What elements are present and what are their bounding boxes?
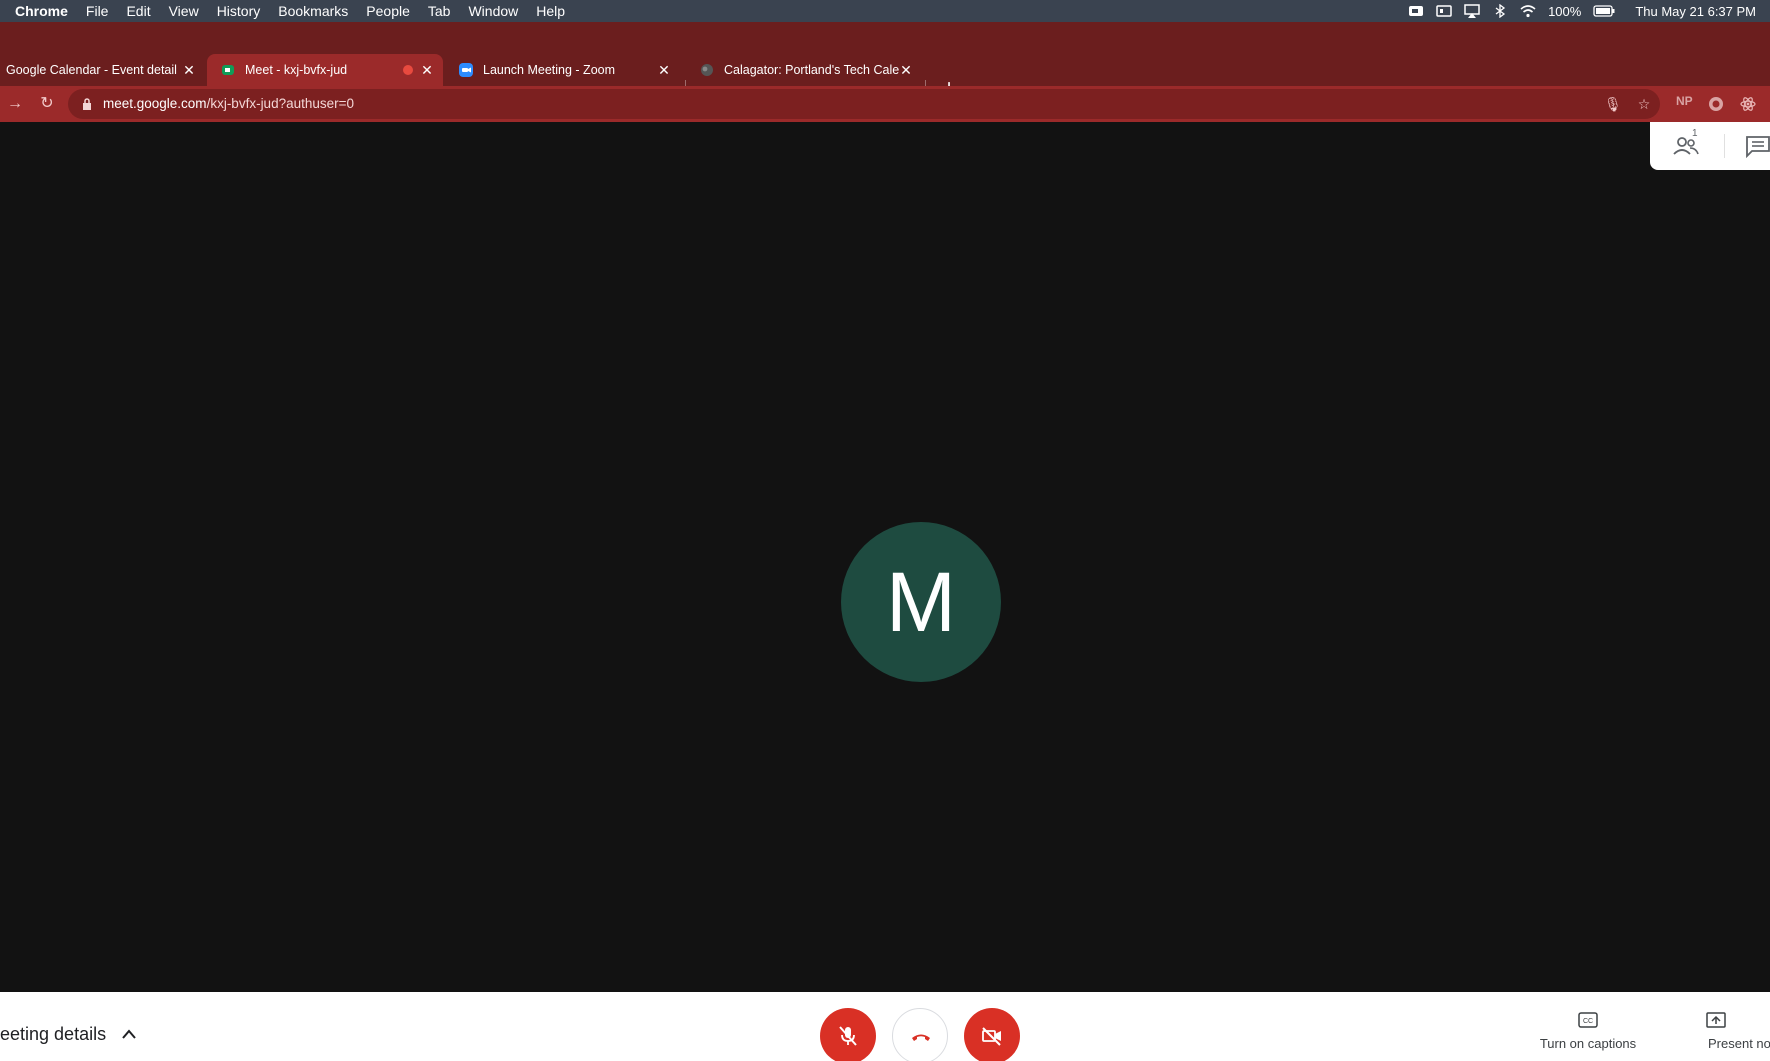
bluetooth-icon[interactable]	[1492, 4, 1508, 18]
tab-google-calendar[interactable]: Google Calendar - Event detail ✕	[0, 54, 205, 86]
microphone-off-icon	[839, 1026, 857, 1046]
svg-text:CC: CC	[1583, 1018, 1593, 1025]
menu-app-name[interactable]: Chrome	[15, 3, 68, 19]
close-icon[interactable]: ✕	[898, 62, 914, 78]
participant-avatar: M	[841, 522, 1001, 682]
menu-bookmarks[interactable]: Bookmarks	[278, 3, 348, 19]
menu-tab[interactable]: Tab	[428, 3, 451, 19]
url-text[interactable]: meet.google.com/kxj-bvfx-jud?authuser=0	[103, 96, 354, 111]
present-now-button[interactable]: Present no	[1676, 1012, 1770, 1051]
chevron-up-icon[interactable]	[120, 1026, 138, 1042]
display-status-icon[interactable]	[1436, 4, 1452, 18]
close-icon[interactable]: ✕	[181, 62, 197, 78]
extension-react-icon[interactable]	[1740, 96, 1756, 112]
tab-title: Google Calendar - Event detail	[6, 63, 177, 77]
hang-up-icon	[912, 1034, 930, 1041]
star-icon[interactable]: ☆	[1636, 96, 1652, 112]
tab-title: Calagator: Portland's Tech Cale	[724, 63, 899, 77]
close-icon[interactable]: ✕	[656, 62, 672, 78]
divider	[1724, 134, 1725, 158]
tab-google-meet[interactable]: Meet - kxj-bvfx-jud ✕	[207, 54, 443, 86]
lock-icon[interactable]	[82, 98, 92, 110]
camera-status-icon[interactable]	[1408, 4, 1424, 18]
address-bar[interactable]: meet.google.com/kxj-bvfx-jud?authuser=0 …	[68, 89, 1660, 119]
meeting-side-controls: 1	[1650, 122, 1770, 170]
macos-menu-bar: Chrome File Edit View History Bookmarks …	[0, 0, 1770, 22]
menu-window[interactable]: Window	[468, 3, 518, 19]
closed-captions-icon: CC	[1578, 1012, 1598, 1028]
meeting-control-bar: eeting details CC Turn on captions Prese…	[0, 992, 1770, 1061]
people-count: 1	[1692, 128, 1698, 139]
present-screen-icon	[1706, 1012, 1726, 1028]
url-path: /kxj-bvfx-jud?authuser=0	[206, 96, 355, 111]
meeting-details-button[interactable]: eeting details	[0, 1024, 106, 1045]
close-icon[interactable]: ✕	[419, 62, 435, 78]
chat-icon[interactable]	[1744, 134, 1770, 158]
extension-circle-icon[interactable]	[1708, 96, 1724, 112]
tab-title: Launch Meeting - Zoom	[483, 63, 616, 77]
menu-view[interactable]: View	[169, 3, 199, 19]
forward-arrow-icon[interactable]: →	[5, 94, 25, 114]
present-label: Present no	[1708, 1036, 1770, 1051]
extension-np-icon[interactable]: NP	[1676, 94, 1693, 108]
browser-toolbar: → ↻ meet.google.com/kxj-bvfx-jud?authuse…	[0, 86, 1770, 122]
recording-indicator-icon	[403, 65, 413, 75]
wifi-icon[interactable]	[1520, 4, 1536, 18]
captions-label: Turn on captions	[1539, 1036, 1637, 1051]
screen: Chrome File Edit View History Bookmarks …	[0, 0, 1770, 1061]
menu-file[interactable]: File	[86, 3, 109, 19]
tab-calagator[interactable]: Calagator: Portland's Tech Cale ✕	[686, 54, 922, 86]
globe-favicon-icon	[701, 64, 713, 76]
airplay-icon[interactable]	[1464, 4, 1480, 18]
zoom-favicon-icon	[459, 63, 473, 77]
menu-people[interactable]: People	[366, 3, 410, 19]
meeting-stage: M 1	[0, 122, 1770, 992]
status-area: 100% Thu May 21 6:37 PM	[1408, 0, 1756, 22]
battery-percent: 100%	[1548, 3, 1582, 19]
menu-edit[interactable]: Edit	[126, 3, 150, 19]
microphone-off-button[interactable]	[820, 1008, 876, 1061]
camera-off-icon	[982, 1027, 1001, 1046]
menu-history[interactable]: History	[217, 3, 261, 19]
leave-call-button[interactable]	[892, 1008, 948, 1061]
turn-on-captions-button[interactable]: CC Turn on captions	[1518, 1012, 1658, 1051]
battery-icon[interactable]	[1593, 4, 1615, 18]
tab-strip: Google Calendar - Event detail ✕ Meet - …	[0, 22, 1770, 100]
menu-help[interactable]: Help	[536, 3, 565, 19]
url-host: meet.google.com	[103, 96, 207, 111]
tab-zoom[interactable]: Launch Meeting - Zoom ✕	[445, 54, 680, 86]
tab-title: Meet - kxj-bvfx-jud	[245, 63, 348, 77]
camera-off-button[interactable]	[964, 1008, 1020, 1061]
clock[interactable]: Thu May 21 6:37 PM	[1635, 4, 1756, 19]
reload-icon[interactable]: ↻	[37, 94, 57, 114]
meet-favicon-icon	[222, 65, 234, 75]
microphone-icon[interactable]: 🎙	[1604, 96, 1622, 112]
